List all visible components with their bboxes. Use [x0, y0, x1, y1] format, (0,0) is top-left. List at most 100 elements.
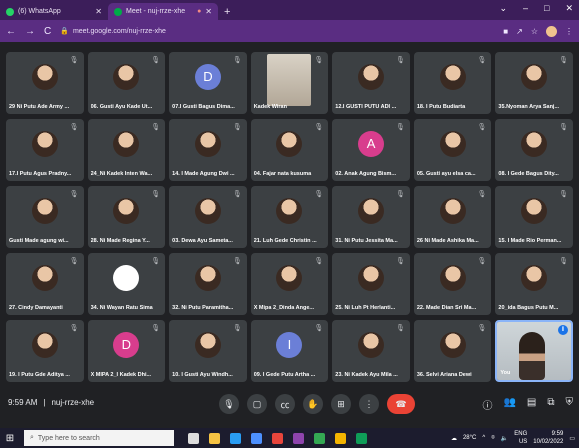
clock[interactable]: 9:59 10/02/2022 — [533, 430, 563, 446]
mic-off-icon: 🎙 — [395, 124, 405, 131]
language-indicator[interactable]: ENG US — [514, 430, 527, 446]
store-icon[interactable] — [251, 432, 262, 444]
participant-name: 15. I Made Rio Perman... — [498, 238, 562, 244]
app-icon[interactable] — [356, 432, 367, 444]
photos-icon[interactable] — [293, 432, 304, 444]
participant-tile[interactable]: 🎙 14. I Made Agung Dwi ... — [169, 119, 247, 181]
participant-tile[interactable]: A 🎙 02. Anak Agung Bism... — [332, 119, 410, 181]
participant-name: X Mipa 2_Dinda Ange... — [253, 305, 315, 311]
forward-icon[interactable]: → — [25, 26, 35, 37]
captions-button[interactable]: ㏄ — [275, 394, 295, 414]
participant-tile[interactable]: 🎙 08. I Gede Bagus Dity... — [495, 119, 573, 181]
participant-tile[interactable]: D 🎙 07.I Gusti Bagus Dima... — [169, 52, 247, 114]
participant-tile[interactable]: 🎙 17.I Putu Agus Pradny... — [6, 119, 84, 181]
close-window-button[interactable]: ✕ — [565, 3, 573, 14]
tray-chevron-icon[interactable]: ^ — [482, 435, 485, 441]
participant-tile[interactable]: D 🎙 X MIPA 2_I Kadek Dhi... — [87, 320, 166, 382]
participant-tile[interactable]: 🎙 Kadek Wiran — [250, 52, 329, 114]
back-icon[interactable]: ← — [6, 26, 16, 37]
participant-tile[interactable]: 🎙 28. Ni Made Regina Y... — [87, 186, 166, 248]
camera-feed — [267, 53, 312, 106]
participant-tile[interactable]: 🎙 36. Selvi Ariana Dewi — [413, 320, 492, 382]
close-tab-icon[interactable]: ✕ — [95, 7, 102, 16]
raise-hand-button[interactable]: ✋ — [303, 394, 323, 414]
participant-tile[interactable]: 🎙 22. Made Dian Sri Ma... — [413, 253, 492, 315]
participant-tile[interactable]: 🎙 Gusti Made agung wi... — [6, 186, 84, 248]
maximize-button[interactable]: □ — [544, 3, 549, 14]
participant-tile[interactable]: 🎙 04. Fajar nata kusuma — [250, 119, 329, 181]
participant-tile[interactable]: I 🎙 09. I Gede Putu Artha ... — [250, 320, 329, 382]
camera-icon: ▢ — [252, 398, 262, 409]
participant-tile[interactable]: 🎙 19. I Putu Gde Aditya ... — [6, 320, 84, 382]
share-icon[interactable]: ↗ — [516, 27, 523, 36]
notification-icon[interactable]: ▭ — [569, 435, 575, 442]
participant-name: 19. I Putu Gde Aditya ... — [9, 372, 70, 378]
minimize-button[interactable]: – — [523, 3, 528, 14]
participant-tile[interactable]: 🎙 34. Ni Wayan Ratu Sima — [87, 253, 166, 315]
file-explorer-icon[interactable] — [209, 432, 220, 444]
system-tray: ☁ 28°C ^ ⌾ 🔈 ENG US 9:59 10/02/2022 ▭ — [451, 430, 575, 446]
profile-avatar[interactable] — [546, 25, 557, 37]
participant-tile[interactable]: 🎙 31. Ni Putu Jessita Ma... — [332, 186, 410, 248]
participant-tile[interactable]: 🎙 03. Dewa Ayu Sameta... — [169, 186, 247, 248]
self-video-tile[interactable]: ⦀ You — [495, 320, 573, 382]
task-view-icon[interactable] — [188, 432, 199, 444]
participant-tile[interactable]: 🎙 10. I Gusti Ayu Windh... — [169, 320, 247, 382]
camera-button[interactable]: ▢ — [247, 394, 267, 414]
taskbar-search[interactable]: ⌕ Type here to search — [24, 430, 174, 446]
new-tab-button[interactable]: + — [218, 3, 236, 20]
participant-tile[interactable]: 🎙 06. Gusti Ayu Kade Ut... — [87, 52, 166, 114]
more-options-button[interactable]: ⋮ — [359, 394, 379, 414]
menu-icon[interactable]: ⋮ — [565, 27, 573, 36]
chrome-icon[interactable] — [272, 432, 283, 444]
participant-tile[interactable]: 🎙 20_ida Bagus Putu M... — [495, 253, 573, 315]
present-button[interactable]: ⊞ — [331, 394, 351, 414]
close-tab-icon[interactable]: ✕ — [205, 7, 212, 16]
star-icon[interactable]: ☆ — [531, 27, 538, 36]
mic-off-icon: 🎙 — [314, 124, 324, 131]
participant-tile[interactable]: 🎙 23. Ni Kadek Ayu Mila ... — [332, 320, 410, 382]
participant-tile[interactable]: 🎙 05. Gusti ayu elsa ca... — [413, 119, 492, 181]
call-controls: 🎙 ▢ ㏄ ✋ ⊞ ⋮ ☎ — [219, 394, 415, 414]
meet-icon — [114, 7, 122, 16]
participant-tile[interactable]: 🎙 35.Nyoman Arya Sanj... — [495, 52, 573, 114]
avatar — [521, 197, 548, 224]
microphone-button[interactable]: 🎙 — [219, 394, 239, 414]
url-field[interactable]: 🔒 meet.google.com/nuj-rrze-xhe — [60, 27, 494, 36]
network-icon[interactable]: ⌾ — [491, 435, 495, 442]
app-icon[interactable] — [314, 432, 325, 444]
activities-icon[interactable]: ⧉ — [547, 397, 554, 412]
edge-icon[interactable] — [230, 432, 241, 444]
avatar — [31, 130, 58, 157]
tab-meet[interactable]: Meet - nuj-rrze-xhe ● ✕ — [108, 3, 218, 20]
participant-tile[interactable]: 🎙 27. Cindy Damayanti — [6, 253, 84, 315]
participant-tile[interactable]: 🎙 26 Ni Made Ashika Ma... — [413, 186, 492, 248]
avatar-letter: A — [358, 130, 385, 157]
participant-name: 10. I Gusti Ayu Windh... — [172, 372, 233, 378]
tab-whatsapp[interactable]: (6) WhatsApp ✕ — [0, 3, 108, 20]
participant-tile[interactable]: 🎙 18. I Putu Budiarta — [413, 52, 492, 114]
windows-start-icon[interactable]: ⊞ — [0, 433, 20, 444]
chevron-down-icon[interactable]: ⌄ — [499, 3, 507, 14]
app-icon[interactable] — [335, 432, 346, 444]
end-call-button[interactable]: ☎ — [387, 394, 415, 414]
volume-icon[interactable]: 🔈 — [501, 435, 508, 442]
camera-indicator-icon[interactable]: ■ — [503, 27, 508, 36]
participant-name: X MIPA 2_I Kadek Dhi... — [90, 372, 152, 378]
people-icon[interactable]: 👥 — [503, 397, 515, 412]
host-controls-icon[interactable]: ⛨ — [566, 397, 574, 412]
mic-off-icon: 🎙 — [477, 191, 487, 198]
participant-tile[interactable]: 🎙 32. Ni Putu Paramitha... — [169, 253, 247, 315]
lang-label: ENG — [514, 431, 528, 437]
participant-tile[interactable]: 🎙 X Mipa 2_Dinda Ange... — [250, 253, 329, 315]
chat-icon[interactable]: ▤ — [527, 397, 536, 412]
participant-tile[interactable]: 🎙 15. I Made Rio Perman... — [495, 186, 573, 248]
participant-tile[interactable]: 🎙 29 Ni Putu Ade Army ... — [6, 52, 84, 114]
participant-tile[interactable]: 🎙 21. Luh Gede Christin ... — [250, 186, 329, 248]
reload-icon[interactable]: C — [44, 26, 51, 37]
participant-tile[interactable]: 🎙 25. Ni Luh Pt Herlanti... — [332, 253, 410, 315]
participant-tile[interactable]: 🎙 24_Ni Kadek Inten Wa... — [87, 119, 166, 181]
info-icon[interactable]: ⓘ — [482, 397, 492, 412]
mic-off-icon: 🎙 — [151, 258, 161, 265]
participant-tile[interactable]: 🎙 12.I GUSTI PUTU ADI ... — [332, 52, 410, 114]
